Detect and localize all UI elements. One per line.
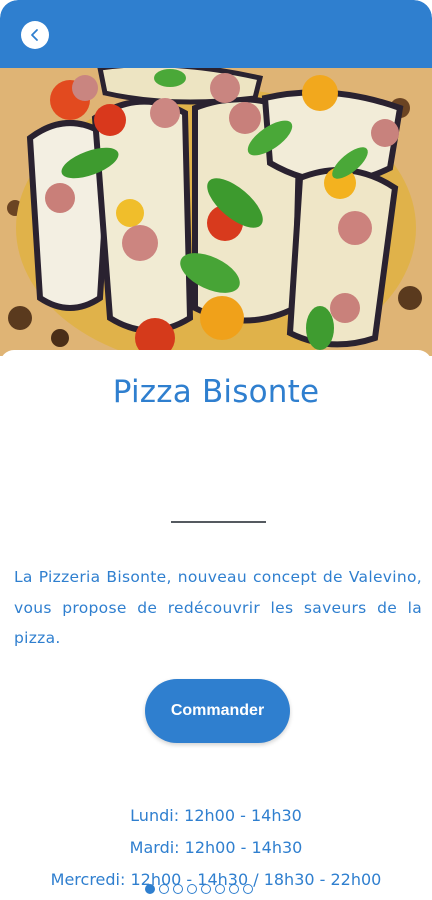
page-dot[interactable]	[243, 884, 253, 894]
hours-line-monday: Lundi: 12h00 - 14h30	[130, 806, 302, 825]
top-app-bar	[0, 0, 432, 68]
description-text: La Pizzeria Bisonte, nouveau concept de …	[14, 568, 422, 647]
page-dot[interactable]	[229, 884, 239, 894]
page-dot[interactable]	[215, 884, 225, 894]
order-button[interactable]: Commander	[145, 679, 290, 743]
page-dot[interactable]	[187, 884, 197, 894]
hours-line-tuesday: Mardi: 12h00 - 14h30	[129, 838, 303, 857]
page-title: Pizza Bisonte	[112, 374, 320, 410]
pizza-photo	[0, 68, 432, 356]
title-divider	[171, 521, 266, 523]
app-screen: Pizza Bisonte La Pizzeria Bisonte, nouve…	[0, 0, 432, 900]
page-dot[interactable]	[173, 884, 183, 894]
back-button[interactable]	[21, 21, 49, 49]
page-dot[interactable]	[201, 884, 211, 894]
hero-image	[0, 68, 432, 356]
page-indicator	[145, 884, 253, 894]
page-dot[interactable]	[159, 884, 169, 894]
chevron-left-icon	[31, 29, 38, 41]
opening-hours: Lundi: 12h00 - 14h30 Mardi: 12h00 - 14h3…	[0, 800, 432, 896]
page-dot[interactable]	[145, 884, 155, 894]
